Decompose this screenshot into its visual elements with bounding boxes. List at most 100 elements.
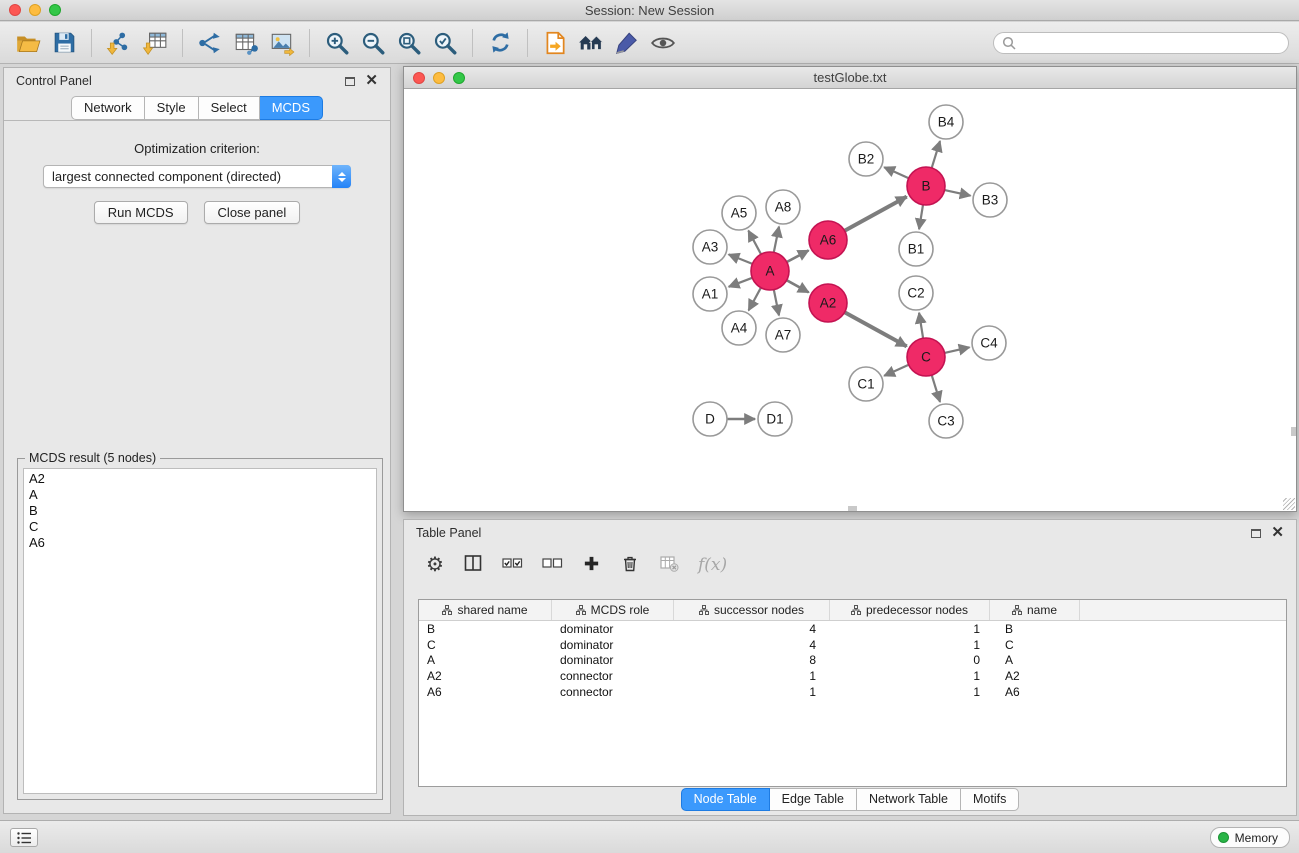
edge-A6-B[interactable] bbox=[845, 197, 907, 231]
network-canvas[interactable]: B4B2BB3A8A5A6B1A3AA1C2A2A4A7C4CC1C3DD1 bbox=[404, 89, 1296, 511]
node-C1[interactable]: C1 bbox=[849, 367, 883, 401]
mcds-app-button[interactable] bbox=[537, 26, 573, 60]
search-input[interactable] bbox=[1020, 35, 1280, 50]
node-A6[interactable]: A6 bbox=[809, 221, 847, 259]
node-A8[interactable]: A8 bbox=[766, 190, 800, 224]
node-D1[interactable]: D1 bbox=[758, 402, 792, 436]
edge-A-A7[interactable] bbox=[774, 290, 779, 316]
criterion-dropdown[interactable]: largest connected component (directed) bbox=[43, 165, 351, 188]
edge-A-A8[interactable] bbox=[774, 227, 779, 253]
node-A4[interactable]: A4 bbox=[722, 311, 756, 345]
tab-select[interactable]: Select bbox=[199, 96, 260, 120]
export-image-button[interactable] bbox=[264, 26, 300, 60]
node-B3[interactable]: B3 bbox=[973, 183, 1007, 217]
edge-A-A6[interactable] bbox=[787, 250, 809, 262]
zoom-fit-button[interactable] bbox=[391, 26, 427, 60]
edge-C-C4[interactable] bbox=[945, 347, 970, 353]
result-item-b[interactable]: B bbox=[29, 503, 371, 519]
table-row[interactable]: A2connector11A2 bbox=[419, 668, 1286, 684]
import-table-button[interactable] bbox=[137, 26, 173, 60]
new-table-button[interactable] bbox=[228, 26, 264, 60]
close-panel-icon[interactable]: ✕ bbox=[365, 76, 378, 86]
column-header-name[interactable]: name bbox=[990, 600, 1080, 620]
zoom-in-button[interactable] bbox=[319, 26, 355, 60]
edge-C-C3[interactable] bbox=[932, 375, 940, 402]
edge-A-A4[interactable] bbox=[749, 288, 761, 311]
edge-C-C1[interactable] bbox=[884, 365, 909, 376]
edge-A2-C[interactable] bbox=[845, 312, 907, 346]
annotation-pen-button[interactable] bbox=[609, 26, 645, 60]
search-field[interactable] bbox=[993, 32, 1289, 54]
tab-motifs[interactable]: Motifs bbox=[961, 788, 1019, 811]
result-item-a6[interactable]: A6 bbox=[29, 535, 371, 551]
edge-A-A1[interactable] bbox=[729, 278, 753, 287]
show-panels-button[interactable] bbox=[10, 828, 38, 847]
float-panel-icon[interactable] bbox=[345, 77, 355, 86]
tab-node-table[interactable]: Node Table bbox=[681, 788, 770, 811]
run-mcds-button[interactable]: Run MCDS bbox=[94, 201, 188, 224]
node-B1[interactable]: B1 bbox=[899, 232, 933, 266]
resize-gripper[interactable] bbox=[1283, 498, 1295, 510]
zoom-out-button[interactable] bbox=[355, 26, 391, 60]
home-layout-button[interactable] bbox=[573, 26, 609, 60]
mcds-result-list[interactable]: A2ABCA6 bbox=[23, 468, 377, 794]
node-B4[interactable]: B4 bbox=[929, 105, 963, 139]
table-row[interactable]: A6connector11A6 bbox=[419, 684, 1286, 700]
scrollbar-nub[interactable] bbox=[848, 506, 857, 511]
zoom-selected-button[interactable] bbox=[427, 26, 463, 60]
float-table-panel-icon[interactable] bbox=[1251, 529, 1261, 538]
tab-style[interactable]: Style bbox=[145, 96, 199, 120]
column-header-successor-nodes[interactable]: successor nodes bbox=[674, 600, 830, 620]
import-network-button[interactable] bbox=[101, 26, 137, 60]
result-item-a2[interactable]: A2 bbox=[29, 471, 371, 487]
new-network-button[interactable] bbox=[192, 26, 228, 60]
node-C3[interactable]: C3 bbox=[929, 404, 963, 438]
tab-network[interactable]: Network bbox=[71, 96, 145, 120]
unselect-all-button[interactable] bbox=[542, 553, 563, 576]
save-session-button[interactable] bbox=[46, 26, 82, 60]
edge-B-B3[interactable] bbox=[945, 190, 971, 196]
delete-column-button[interactable] bbox=[620, 553, 640, 576]
column-header-predecessor-nodes[interactable]: predecessor nodes bbox=[830, 600, 990, 620]
table-settings-button[interactable]: ⚙ bbox=[426, 555, 444, 575]
memory-button[interactable]: Memory bbox=[1210, 827, 1290, 848]
tab-network-table[interactable]: Network Table bbox=[857, 788, 961, 811]
node-B2[interactable]: B2 bbox=[849, 142, 883, 176]
network-graph[interactable]: B4B2BB3A8A5A6B1A3AA1C2A2A4A7C4CC1C3DD1 bbox=[404, 89, 1296, 511]
result-item-c[interactable]: C bbox=[29, 519, 371, 535]
node-A3[interactable]: A3 bbox=[693, 230, 727, 264]
node-A[interactable]: A bbox=[751, 252, 789, 290]
node-A5[interactable]: A5 bbox=[722, 196, 756, 230]
edge-B-B4[interactable] bbox=[932, 141, 940, 168]
tab-edge-table[interactable]: Edge Table bbox=[770, 788, 857, 811]
close-panel-button[interactable]: Close panel bbox=[204, 201, 301, 224]
edge-A-A2[interactable] bbox=[787, 280, 809, 292]
node-A7[interactable]: A7 bbox=[766, 318, 800, 352]
table-row[interactable]: Adominator80A bbox=[419, 653, 1286, 669]
node-A1[interactable]: A1 bbox=[693, 277, 727, 311]
node-C4[interactable]: C4 bbox=[972, 326, 1006, 360]
column-header-mcds-role[interactable]: MCDS role bbox=[552, 600, 674, 620]
result-item-a[interactable]: A bbox=[29, 487, 371, 503]
node-C[interactable]: C bbox=[907, 338, 945, 376]
edge-B-B2[interactable] bbox=[884, 167, 909, 178]
scrollbar-nub[interactable] bbox=[1291, 427, 1296, 436]
table-row[interactable]: Bdominator41B bbox=[419, 621, 1286, 637]
function-builder-button[interactable]: f(x) bbox=[698, 555, 727, 575]
node-C2[interactable]: C2 bbox=[899, 276, 933, 310]
table-row[interactable]: Cdominator41C bbox=[419, 637, 1286, 653]
edge-A-A3[interactable] bbox=[729, 254, 753, 264]
close-table-panel-icon[interactable]: ✕ bbox=[1271, 528, 1284, 538]
select-all-button[interactable] bbox=[502, 553, 523, 576]
edge-B-B1[interactable] bbox=[919, 205, 923, 229]
delete-table-button[interactable] bbox=[659, 553, 679, 576]
column-browser-button[interactable] bbox=[463, 553, 483, 576]
node-D[interactable]: D bbox=[693, 402, 727, 436]
edge-A-A5[interactable] bbox=[748, 231, 761, 255]
column-header-shared-name[interactable]: shared name bbox=[419, 600, 552, 620]
tab-mcds[interactable]: MCDS bbox=[260, 96, 323, 120]
show-hide-button[interactable] bbox=[645, 26, 681, 60]
open-session-button[interactable] bbox=[10, 26, 46, 60]
create-column-button[interactable] bbox=[582, 554, 601, 576]
refresh-view-button[interactable] bbox=[482, 26, 518, 60]
